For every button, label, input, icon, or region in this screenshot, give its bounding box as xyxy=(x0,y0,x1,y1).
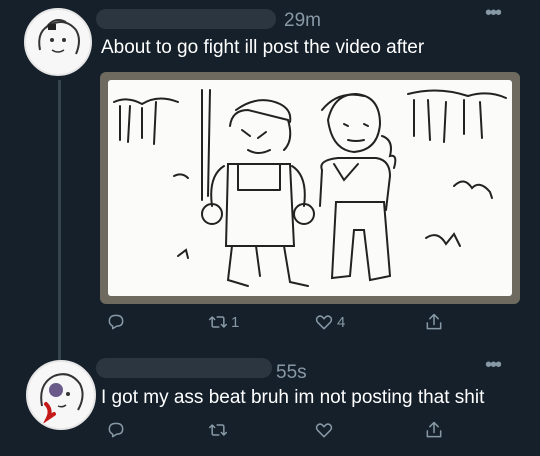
retweet-icon xyxy=(208,316,228,328)
more-icon[interactable]: ••• xyxy=(485,2,502,25)
display-name-redacted[interactable] xyxy=(96,9,276,29)
reply-icon xyxy=(108,422,124,438)
tweet-action-bar: 1 4 xyxy=(100,312,520,336)
like-button[interactable] xyxy=(314,420,337,440)
share-button[interactable] xyxy=(424,312,444,332)
tweet-text: About to go fight ill post the video aft… xyxy=(101,37,425,58)
thread-connector-line xyxy=(58,80,61,360)
tweet-text: I got my ass beat bruh im not posting th… xyxy=(101,387,485,408)
share-icon xyxy=(426,313,442,330)
avatar[interactable] xyxy=(24,8,92,76)
like-button[interactable]: 4 xyxy=(314,312,345,332)
avatar-drawing xyxy=(28,362,94,428)
reply-button[interactable] xyxy=(106,312,129,332)
retweet-button[interactable] xyxy=(208,420,231,440)
retweet-count: 1 xyxy=(231,313,240,331)
retweet-button[interactable]: 1 xyxy=(208,312,239,332)
retweet-icon xyxy=(208,424,228,436)
sketch-drawing xyxy=(113,89,507,287)
more-icon[interactable]: ••• xyxy=(485,354,502,377)
reply-button[interactable] xyxy=(106,420,129,440)
avatar[interactable] xyxy=(26,360,96,430)
tweet-timestamp[interactable]: 55s xyxy=(276,362,307,384)
like-icon xyxy=(315,423,333,438)
avatar-drawing xyxy=(26,10,90,74)
tweet-action-bar xyxy=(100,420,520,444)
like-icon xyxy=(315,315,333,330)
like-count: 4 xyxy=(337,313,346,331)
tweet-media-image[interactable] xyxy=(100,72,520,304)
reply-icon xyxy=(108,314,124,330)
sketch-image xyxy=(108,80,512,296)
share-icon xyxy=(426,421,442,438)
tweet-timestamp[interactable]: 29m xyxy=(284,10,321,32)
share-button[interactable] xyxy=(424,420,444,440)
display-name-redacted[interactable] xyxy=(96,358,272,378)
